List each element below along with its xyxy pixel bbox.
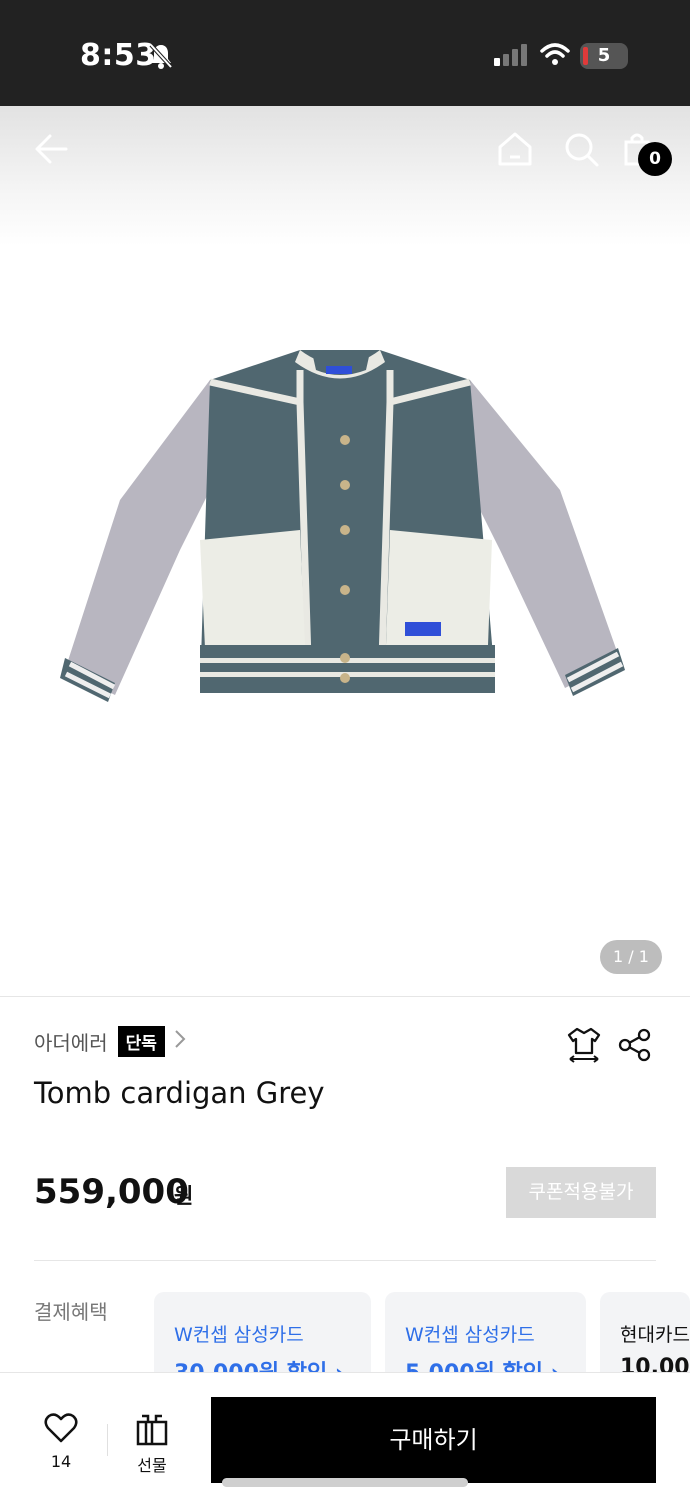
brand-row[interactable]: 아더에러 단독 [34,1025,187,1057]
home-indicator[interactable] [222,1478,468,1487]
product-price: 559,000 [34,1172,189,1212]
chevron-right-icon[interactable] [173,1029,187,1053]
search-icon[interactable] [562,130,600,172]
like-count: 14 [50,1452,72,1471]
buy-button[interactable]: 구매하기 [211,1397,656,1483]
divider [107,1424,108,1456]
signal-icon [494,44,528,70]
bell-muted-icon [148,42,174,74]
divider [0,996,690,997]
price-unit: 원 [174,1184,194,1208]
product-title: Tomb cardigan Grey [34,1076,325,1110]
size-guide-icon[interactable] [566,1026,602,1068]
home-icon[interactable] [496,130,534,172]
status-time: 8:53 [80,38,157,73]
exclusive-badge: 단독 [117,1025,165,1057]
heart-icon[interactable] [44,1412,78,1448]
payment-benefits-label: 결제혜택 [34,1300,108,1324]
wifi-icon [540,42,570,70]
image-pager: 1 / 1 [600,940,662,974]
benefit-card-title: W컨셉 삼성카드 [174,1324,304,1346]
battery-level: 5 [597,45,611,66]
benefit-card-title: 현대카드 [620,1324,690,1346]
benefit-card-title: W컨셉 삼성카드 [405,1324,535,1346]
coupon-button[interactable]: 쿠폰적용불가 [506,1167,656,1218]
status-bar: 8:53 5 [0,0,690,106]
product-image[interactable] [60,340,630,714]
battery-indicator: 5 [580,43,628,69]
gift-label[interactable]: 선물 [130,1452,174,1476]
brand-name[interactable]: 아더에러 [34,1027,108,1056]
divider [34,1260,656,1261]
back-arrow-icon[interactable] [32,130,70,172]
share-icon[interactable] [618,1028,652,1066]
gift-icon[interactable] [134,1412,170,1450]
cart-count-badge[interactable]: 0 [638,142,672,176]
